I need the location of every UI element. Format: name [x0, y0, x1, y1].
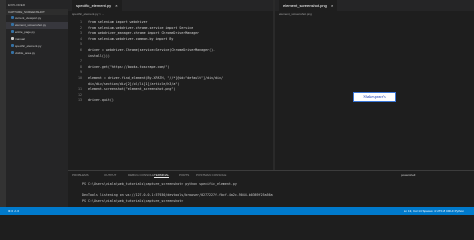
- image-preview: Shakespeare's: [353, 92, 396, 102]
- code-line[interactable]: from selenium import webdriver: [88, 20, 148, 24]
- file-label: visible_area.py: [15, 51, 36, 55]
- terminal-line: PS C:\Users\viala\web_tutorials\capture_…: [82, 198, 186, 203]
- code-editor[interactable]: 1 from selenium import webdriver 2 from sel…: [68, 18, 273, 170]
- code-line[interactable]: install())): [88, 54, 110, 58]
- terminal-shell-label[interactable]: powershell: [401, 173, 415, 177]
- file-icon: [11, 44, 14, 47]
- file-item[interactable]: element_screenshot.py: [6, 22, 68, 29]
- breadcrumb: element_screenshot.png: [279, 12, 312, 16]
- file-item[interactable]: entire_page.py: [6, 29, 68, 36]
- line-number: 6: [80, 48, 82, 52]
- line-number: 11: [78, 87, 82, 92]
- line-number: 8: [80, 64, 82, 69]
- file-item[interactable]: specific_element.py: [6, 43, 68, 50]
- code-line[interactable]: driver.quit(): [88, 98, 114, 102]
- code-line[interactable]: from selenium.webdriver.common.by import…: [88, 37, 173, 41]
- file-label: element_screenshot.py: [15, 23, 47, 27]
- close-icon[interactable]: ×: [331, 3, 333, 8]
- line-number: 10: [78, 76, 82, 80]
- line-number: 13: [78, 98, 82, 103]
- line-number: 5: [80, 42, 82, 47]
- file-icon: [11, 51, 14, 54]
- status-right[interactable]: Ln 13, Col 14 Spaces: 4 UTF-8 CRLF Pytho…: [404, 209, 464, 213]
- terminal-line: DevTools listening on ws://127.0.0.1:579…: [82, 193, 273, 197]
- file-icon: [11, 30, 14, 33]
- panel-tab[interactable]: PROBLEMS: [72, 173, 89, 177]
- problems-count[interactable]: ⊗ 0 ⚠ 0: [8, 209, 19, 213]
- code-line[interactable]: div/div/section/div[2]/ol/li[1]/article/…: [88, 82, 179, 86]
- breadcrumb: specific_element.py > ...: [72, 12, 105, 16]
- file-icon: [11, 37, 14, 40]
- editor2-tabbar: element_screenshot.png ×: [275, 0, 474, 11]
- line-number: 12: [78, 92, 82, 97]
- explorer-sidebar: EXPLORER CAPTURE_SCREENSHOT current_view…: [6, 0, 68, 207]
- panel-tab[interactable]: PORTS: [179, 173, 189, 177]
- file-list: current_viewport.py element_screenshot.py…: [6, 15, 68, 57]
- close-icon[interactable]: ×: [115, 3, 117, 8]
- code-line[interactable]: from selenium.webdriver.chrome.service i…: [88, 26, 193, 30]
- tab-label: specific_element.py: [76, 3, 112, 8]
- line-number: 3: [80, 31, 82, 36]
- line-number: 7: [80, 59, 82, 64]
- code-line[interactable]: element = driver.find_element(By.XPATH, …: [88, 76, 223, 80]
- panel-tab[interactable]: POSTMAN CONSOLE: [196, 173, 226, 177]
- editor-split-divider[interactable]: [273, 0, 275, 170]
- line-number: 9: [80, 70, 82, 75]
- terminal-line: PS C:\Users\viala\web_tutorials\capture_…: [82, 182, 237, 186]
- explorer-header: EXPLORER: [8, 3, 26, 7]
- file-label: entire_page.py: [15, 30, 35, 34]
- status-bar: ⊗ 0 ⚠ 0 Ln 13, Col 14 Spaces: 4 UTF-8 CR…: [0, 207, 474, 215]
- file-icon: [11, 23, 14, 26]
- code-line[interactable]: from webdriver_manager.chrome import Chr…: [88, 31, 199, 35]
- tab-label: element_screenshot.png: [283, 3, 327, 8]
- editor1-tabbar: specific_element.py ×: [68, 0, 273, 11]
- file-icon: [11, 16, 14, 19]
- tab-specific-element[interactable]: specific_element.py ×: [72, 0, 122, 11]
- panel-tab[interactable]: OUTPUT: [104, 173, 116, 177]
- code-line[interactable]: element.screenshot("element_screenshot.p…: [88, 87, 175, 91]
- code-line[interactable]: driver = webdriver.Chrome(service=Servic…: [88, 48, 215, 52]
- terminal-panel: PROBLEMS OUTPUT DEBUG CONSOLE TERMINAL PORTS…: [68, 170, 474, 208]
- file-label: specific_element.py: [15, 44, 42, 48]
- line-number: 1: [80, 20, 82, 24]
- line-number: 2: [80, 25, 82, 30]
- code-line[interactable]: driver.get("https://books.toscrape.com/"…: [88, 65, 169, 69]
- file-item[interactable]: manual: [6, 36, 68, 43]
- tab-element-screenshot[interactable]: element_screenshot.png ×: [279, 0, 338, 11]
- line-number: 4: [80, 36, 82, 41]
- file-item[interactable]: visible_area.py: [6, 50, 68, 57]
- file-label: current_viewport.py: [15, 16, 42, 20]
- panel-tab[interactable]: TERMINAL: [154, 173, 170, 178]
- panel-tab[interactable]: DEBUG CONSOLE: [128, 173, 154, 177]
- file-item[interactable]: current_viewport.py: [6, 15, 68, 22]
- file-label: manual: [15, 37, 25, 41]
